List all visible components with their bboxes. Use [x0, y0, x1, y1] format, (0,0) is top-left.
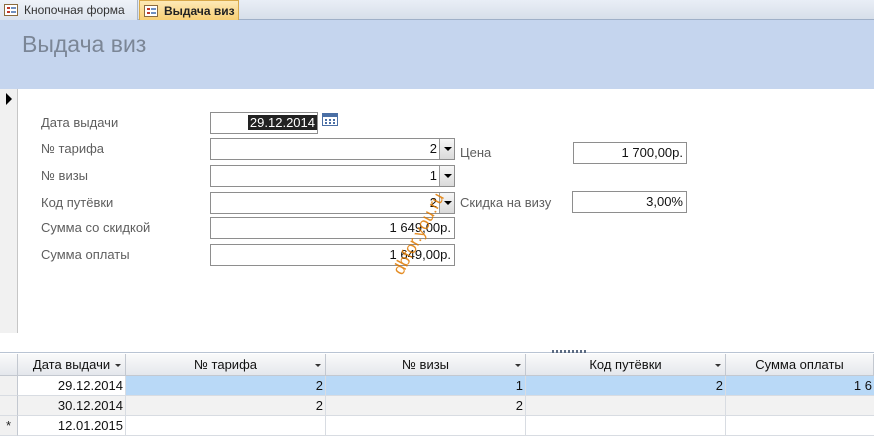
table-cell[interactable]	[726, 416, 874, 436]
table-row-new[interactable]: * 12.01.2015	[0, 416, 874, 436]
column-header-tariff[interactable]: № тарифа	[126, 354, 326, 376]
record-pointer-icon	[6, 93, 12, 105]
chevron-down-icon[interactable]	[439, 139, 454, 159]
date-value: 29.12.2014	[247, 115, 317, 130]
tariff-combo[interactable]: 2	[210, 138, 455, 160]
table-cell[interactable]	[526, 416, 726, 436]
table-cell[interactable]: 2	[326, 396, 526, 416]
table-row[interactable]: 30.12.2014 2 2	[0, 396, 874, 416]
column-header-date[interactable]: Дата выдачи	[18, 354, 126, 376]
form-icon	[4, 4, 18, 16]
date-label: Дата выдачи	[41, 115, 119, 130]
tariff-label: № тарифа	[41, 141, 105, 156]
column-header-payment[interactable]: Сумма оплаты	[726, 354, 874, 376]
visa-label: № визы	[41, 168, 89, 183]
record-selector[interactable]	[0, 89, 18, 333]
table-cell[interactable]: 30.12.2014	[18, 396, 126, 416]
chevron-down-icon[interactable]	[115, 364, 121, 367]
datasheet: Дата выдачи № тарифа № визы Код путёвки …	[0, 354, 874, 436]
chevron-down-icon[interactable]	[439, 166, 454, 186]
column-header-label: Код путёвки	[589, 357, 662, 372]
split-bar[interactable]	[0, 333, 874, 353]
column-header-visa[interactable]: № визы	[326, 354, 526, 376]
chevron-down-icon[interactable]	[715, 364, 721, 367]
date-field[interactable]: 29.12.2014	[210, 112, 318, 134]
column-header-label: Сумма оплаты	[755, 357, 844, 372]
discount-label: Скидка на визу	[460, 195, 552, 210]
document-tabs: Кнопочная форма Выдача виз	[0, 0, 874, 20]
table-cell[interactable]	[126, 416, 326, 436]
discount-field[interactable]: 3,00%	[572, 191, 687, 213]
price-label: Цена	[460, 145, 492, 160]
form-icon	[144, 4, 158, 17]
table-cell[interactable]: 2	[126, 396, 326, 416]
access-form-window: Кнопочная форма Выдача виз Выдача виз Да…	[0, 0, 874, 436]
column-header-label: № тарифа	[193, 357, 257, 372]
row-selector[interactable]	[0, 376, 18, 396]
splitter-grip-icon[interactable]	[552, 350, 586, 353]
tab-visa-issue[interactable]: Выдача виз	[139, 0, 239, 20]
table-cell[interactable]: 1	[326, 376, 526, 396]
table-cell[interactable]	[726, 396, 874, 416]
tab-switchboard[interactable]: Кнопочная форма	[0, 0, 138, 20]
column-header-voucher[interactable]: Код путёвки	[526, 354, 726, 376]
table-cell[interactable]	[326, 416, 526, 436]
form-detail: Дата выдачи 29.12.2014 № тарифа 2 № визы…	[19, 89, 874, 333]
column-header-label: Дата выдачи	[32, 357, 111, 372]
calendar-icon[interactable]	[322, 113, 338, 126]
new-record-selector[interactable]: *	[0, 416, 18, 436]
table-row[interactable]: 29.12.2014 2 1 2 1 6	[0, 376, 874, 396]
table-cell[interactable]: 1 6	[726, 376, 874, 396]
voucher-label: Код путёвки	[41, 195, 114, 210]
voucher-combo[interactable]: 2	[210, 192, 455, 214]
visa-combo[interactable]: 1	[210, 165, 455, 187]
table-cell[interactable]: 2	[526, 376, 726, 396]
table-cell[interactable]	[526, 396, 726, 416]
table-cell[interactable]: 2	[126, 376, 326, 396]
visa-value: 1	[429, 168, 437, 183]
column-header-label: № визы	[401, 357, 450, 372]
table-cell[interactable]: 12.01.2015	[18, 416, 126, 436]
tab-label: Выдача виз	[164, 3, 235, 18]
chevron-down-icon[interactable]	[515, 364, 521, 367]
discounted-sum-label: Сумма со скидкой	[41, 220, 151, 235]
chevron-down-icon[interactable]	[315, 364, 321, 367]
tab-label: Кнопочная форма	[24, 3, 125, 17]
select-all-corner[interactable]	[0, 354, 18, 376]
payment-sum-label: Сумма оплаты	[41, 247, 130, 262]
table-cell[interactable]: 29.12.2014	[18, 376, 126, 396]
price-field[interactable]: 1 700,00р.	[573, 142, 687, 164]
form-header: Выдача виз	[0, 20, 874, 89]
page-title: Выдача виз	[22, 31, 147, 57]
tariff-value: 2	[429, 141, 437, 156]
row-selector[interactable]	[0, 396, 18, 416]
